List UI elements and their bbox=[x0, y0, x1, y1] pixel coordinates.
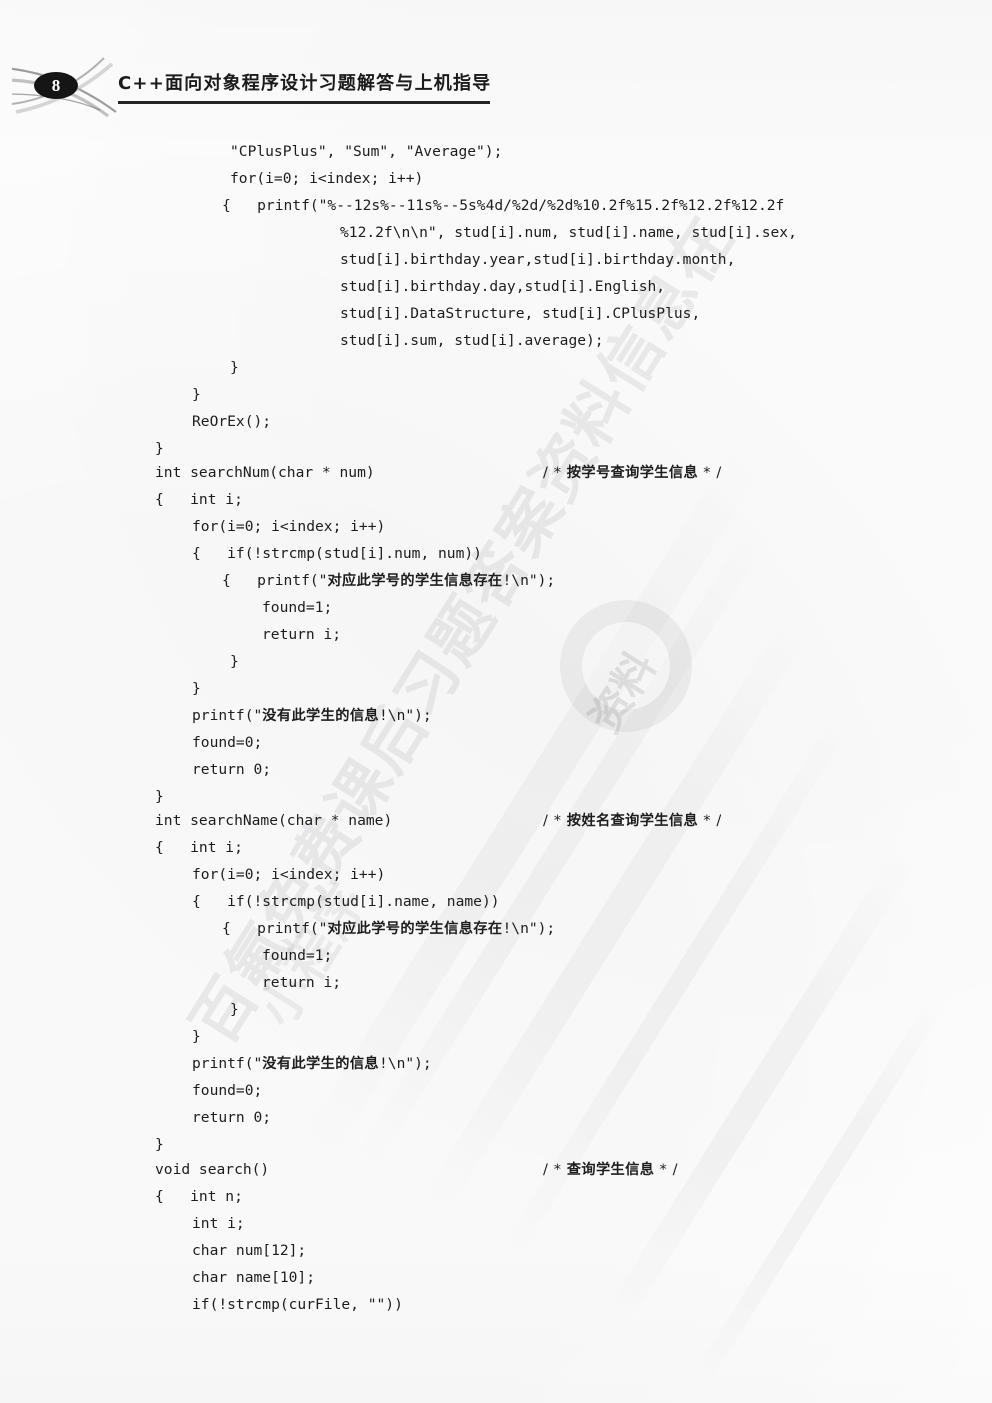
code-line: } bbox=[192, 1028, 201, 1045]
code-line: found=1; bbox=[262, 947, 333, 964]
code-line: { if(!strcmp(stud[i].num, num)) bbox=[192, 545, 482, 562]
code-comment: / * 按姓名查询学生信息 * / bbox=[543, 813, 722, 829]
code-line: "CPlusPlus", "Sum", "Average"); bbox=[230, 143, 503, 160]
code-line: } bbox=[192, 386, 201, 403]
code-line: found=0; bbox=[192, 1082, 263, 1099]
document-page: 百氟免费课后习题答案资料信息在 小程序 资料 8 C++面向对象程序设计习题解答… bbox=[0, 0, 992, 1403]
code-line: char name[10]; bbox=[192, 1269, 316, 1286]
code-line: } bbox=[230, 359, 239, 376]
code-line: for(i=0; i<index; i++) bbox=[192, 866, 386, 883]
code-line: } bbox=[192, 680, 201, 697]
code-line: stud[i].birthday.year,stud[i].birthday.m… bbox=[340, 251, 736, 268]
code-line: } bbox=[155, 788, 164, 805]
code-line: return 0; bbox=[192, 761, 272, 778]
scan-smear bbox=[420, 606, 817, 1216]
code-line: stud[i].DataStructure, stud[i].CPlusPlus… bbox=[340, 305, 701, 322]
code-line: int searchNum(char * num) bbox=[155, 464, 375, 481]
code-comment: / * 按学号查询学生信息 * / bbox=[543, 465, 722, 481]
code-comment: / * 查询学生信息 * / bbox=[543, 1162, 679, 1178]
watermark-logo-text: 资料 bbox=[579, 643, 666, 741]
code-line: %12.2f\n\n", stud[i].num, stud[i].name, … bbox=[340, 224, 797, 241]
code-line: } bbox=[155, 440, 164, 457]
code-line: printf("没有此学生的信息!\n"); bbox=[192, 1055, 432, 1072]
code-line: for(i=0; i<index; i++) bbox=[230, 170, 424, 187]
code-line: int searchName(char * name) bbox=[155, 812, 393, 829]
code-line: stud[i].birthday.day,stud[i].English, bbox=[340, 278, 666, 295]
code-line: char num[12]; bbox=[192, 1242, 307, 1259]
code-line: { if(!strcmp(stud[i].name, name)) bbox=[192, 893, 500, 910]
code-line: { int i; bbox=[155, 839, 243, 856]
code-line: found=0; bbox=[192, 734, 263, 751]
code-line: } bbox=[230, 1001, 239, 1018]
code-line: { int i; bbox=[155, 491, 243, 508]
code-line: for(i=0; i<index; i++) bbox=[192, 518, 386, 535]
code-line: { int n; bbox=[155, 1188, 243, 1205]
page-header: 8 C++面向对象程序设计习题解答与上机指导 bbox=[0, 0, 992, 120]
code-line: ReOrEx(); bbox=[192, 413, 272, 430]
code-line: } bbox=[155, 1136, 164, 1153]
scan-smear bbox=[600, 845, 919, 1334]
code-line: { printf("对应此学号的学生信息存在!\n"); bbox=[222, 920, 556, 937]
page-title: C++面向对象程序设计习题解答与上机指导 bbox=[118, 73, 492, 94]
code-line: printf("没有此学生的信息!\n"); bbox=[192, 707, 432, 724]
scan-smear bbox=[690, 981, 955, 1390]
code-line: return 0; bbox=[192, 1109, 272, 1126]
code-line: found=1; bbox=[262, 599, 333, 616]
scan-smear bbox=[352, 515, 776, 1173]
code-line: } bbox=[230, 653, 239, 670]
watermark-logo-circle bbox=[535, 575, 717, 757]
code-line: stud[i].sum, stud[i].average); bbox=[340, 332, 604, 349]
code-line: if(!strcmp(curFile, "")) bbox=[192, 1296, 403, 1313]
code-line: int i; bbox=[192, 1215, 245, 1232]
page-number-badge: 8 bbox=[34, 72, 78, 99]
code-line: return i; bbox=[262, 974, 342, 991]
code-line: { printf("对应此学号的学生信息存在!\n"); bbox=[222, 572, 556, 589]
header-divider bbox=[118, 101, 490, 104]
code-line: return i; bbox=[262, 626, 342, 643]
code-line: { printf("%--12s%--11s%--5s%4d/%2d/%2d%1… bbox=[222, 197, 785, 214]
code-line: void search() bbox=[155, 1161, 270, 1178]
